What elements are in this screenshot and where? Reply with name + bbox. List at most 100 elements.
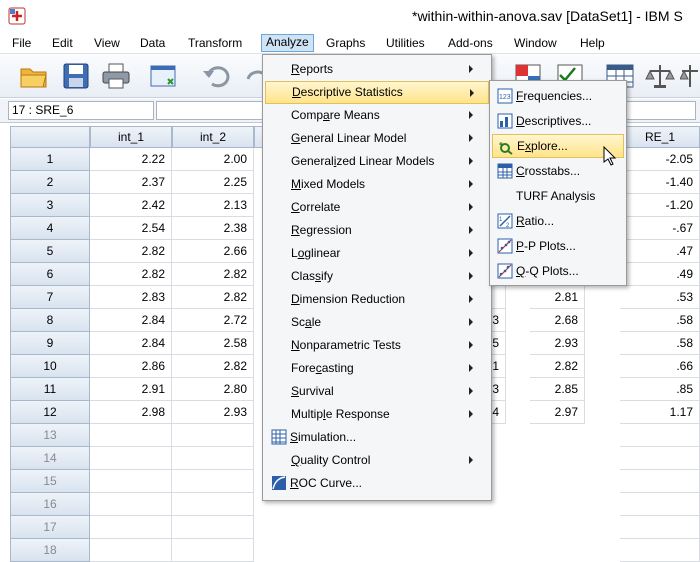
cell-partial[interactable]: 2.97 — [530, 401, 585, 424]
menu-item-roc-curve[interactable]: ROC Curve... — [265, 472, 489, 495]
column-header-int-1[interactable]: int_1 — [90, 126, 172, 148]
row-header[interactable]: 17 — [10, 516, 90, 539]
row-header[interactable]: 10 — [10, 355, 90, 378]
menu-item-mixed-models[interactable]: Mixed Models — [265, 173, 489, 196]
row-header[interactable]: 2 — [10, 171, 90, 194]
menu-window[interactable]: Window — [510, 35, 561, 53]
spss-app-icon[interactable] — [8, 7, 26, 25]
menu-item-reports[interactable]: Reports — [265, 58, 489, 81]
row-header[interactable]: 11 — [10, 378, 90, 401]
row-header[interactable]: 12 — [10, 401, 90, 424]
menu-item-survival[interactable]: Survival — [265, 380, 489, 403]
menu-item-compare-means[interactable]: Compare Means — [265, 104, 489, 127]
cell-int-2[interactable]: 2.66 — [172, 240, 254, 263]
cell-int-2[interactable]: 2.72 — [172, 309, 254, 332]
menu-data[interactable]: Data — [136, 35, 169, 53]
weight-cases-icon[interactable] — [644, 61, 676, 91]
cell-int-2[interactable]: 2.82 — [172, 263, 254, 286]
cell-int-1[interactable]: 2.84 — [90, 309, 172, 332]
cell-int-1[interactable]: 2.22 — [90, 148, 172, 171]
cell-int-1[interactable]: 2.83 — [90, 286, 172, 309]
cell-reference-field[interactable]: 17 : SRE_6 — [8, 101, 154, 120]
cell-int-2[interactable]: 2.82 — [172, 286, 254, 309]
cell-re-1[interactable]: .49 — [620, 263, 700, 286]
cell-partial[interactable]: 2.93 — [530, 332, 585, 355]
cell-int-2[interactable]: 2.58 — [172, 332, 254, 355]
menu-help[interactable]: Help — [576, 35, 609, 53]
cell-re-1[interactable]: -.67 — [620, 217, 700, 240]
empty-cell[interactable] — [620, 516, 700, 539]
menu-add-ons[interactable]: Add-ons — [444, 35, 497, 53]
submenu-item-frequencies[interactable]: 123 Frequencies... — [492, 84, 624, 108]
empty-cell[interactable] — [90, 447, 172, 470]
menu-item-descriptive-statistics[interactable]: Descriptive Statistics — [265, 81, 489, 104]
empty-cell[interactable] — [172, 447, 254, 470]
menu-edit[interactable]: Edit — [48, 35, 77, 53]
menu-file[interactable]: File — [8, 35, 35, 53]
menu-view[interactable]: View — [90, 35, 124, 53]
cell-partial[interactable]: 2.82 — [530, 355, 585, 378]
cell-int-2[interactable]: 2.80 — [172, 378, 254, 401]
cell-int-2[interactable]: 2.25 — [172, 171, 254, 194]
menu-item-simulation[interactable]: Simulation... — [265, 426, 489, 449]
menu-item-classify[interactable]: Classify — [265, 265, 489, 288]
menu-item-dimension-reduction[interactable]: Dimension Reduction — [265, 288, 489, 311]
row-header-corner[interactable] — [10, 126, 90, 148]
row-header[interactable]: 9 — [10, 332, 90, 355]
cell-partial[interactable]: 2.68 — [530, 309, 585, 332]
cell-re-1[interactable]: -1.40 — [620, 171, 700, 194]
menu-item-generalized-linear-models[interactable]: Generalized Linear Models — [265, 150, 489, 173]
menu-item-quality-control[interactable]: Quality Control — [265, 449, 489, 472]
cell-re-1[interactable]: .66 — [620, 355, 700, 378]
empty-cell[interactable] — [620, 447, 700, 470]
row-header[interactable]: 8 — [10, 309, 90, 332]
menu-item-multiple-response[interactable]: Multiple Response — [265, 403, 489, 426]
cell-int-2[interactable]: 2.00 — [172, 148, 254, 171]
menu-item-forecasting[interactable]: Forecasting — [265, 357, 489, 380]
menu-item-correlate[interactable]: Correlate — [265, 196, 489, 219]
row-header[interactable]: 14 — [10, 447, 90, 470]
cell-int-1[interactable]: 2.37 — [90, 171, 172, 194]
row-header[interactable]: 6 — [10, 263, 90, 286]
empty-cell[interactable] — [172, 516, 254, 539]
empty-cell[interactable] — [90, 470, 172, 493]
empty-cell[interactable] — [172, 470, 254, 493]
menu-item-loglinear[interactable]: Loglinear — [265, 242, 489, 265]
cell-int-2[interactable]: 2.82 — [172, 355, 254, 378]
cell-re-1[interactable]: .85 — [620, 378, 700, 401]
column-header-re-1[interactable]: RE_1 — [620, 126, 700, 148]
row-header[interactable]: 18 — [10, 539, 90, 562]
cell-int-1[interactable]: 2.98 — [90, 401, 172, 424]
submenu-item-q-q-plots[interactable]: Q-Q Plots... — [492, 259, 624, 283]
empty-cell[interactable] — [172, 424, 254, 447]
cell-int-1[interactable]: 2.42 — [90, 194, 172, 217]
row-header[interactable]: 13 — [10, 424, 90, 447]
submenu-item-turf-analysis[interactable]: TURF Analysis — [492, 184, 624, 208]
column-header-int-2[interactable]: int_2 — [172, 126, 254, 148]
undo-icon[interactable] — [200, 61, 232, 91]
cell-int-1[interactable]: 2.54 — [90, 217, 172, 240]
row-header[interactable]: 7 — [10, 286, 90, 309]
row-header[interactable]: 3 — [10, 194, 90, 217]
empty-cell[interactable] — [620, 470, 700, 493]
cell-int-2[interactable]: 2.38 — [172, 217, 254, 240]
menu-utilities[interactable]: Utilities — [382, 35, 429, 53]
cell-int-1[interactable]: 2.84 — [90, 332, 172, 355]
menu-analyze[interactable]: Analyze — [261, 34, 314, 52]
empty-cell[interactable] — [620, 539, 700, 562]
submenu-item-p-p-plots[interactable]: P-P Plots... — [492, 234, 624, 258]
cell-int-2[interactable]: 2.13 — [172, 194, 254, 217]
menu-transform[interactable]: Transform — [184, 35, 246, 53]
print-icon[interactable] — [100, 61, 132, 91]
menu-graphs[interactable]: Graphs — [322, 35, 369, 53]
cell-re-1[interactable]: .58 — [620, 332, 700, 355]
save-icon[interactable] — [60, 61, 92, 91]
empty-cell[interactable] — [90, 539, 172, 562]
cell-re-1[interactable]: .53 — [620, 286, 700, 309]
empty-cell[interactable] — [620, 424, 700, 447]
cell-int-1[interactable]: 2.91 — [90, 378, 172, 401]
row-header[interactable]: 16 — [10, 493, 90, 516]
open-folder-icon[interactable] — [18, 61, 50, 91]
cell-re-1[interactable]: .58 — [620, 309, 700, 332]
cell-re-1[interactable]: 1.17 — [620, 401, 700, 424]
